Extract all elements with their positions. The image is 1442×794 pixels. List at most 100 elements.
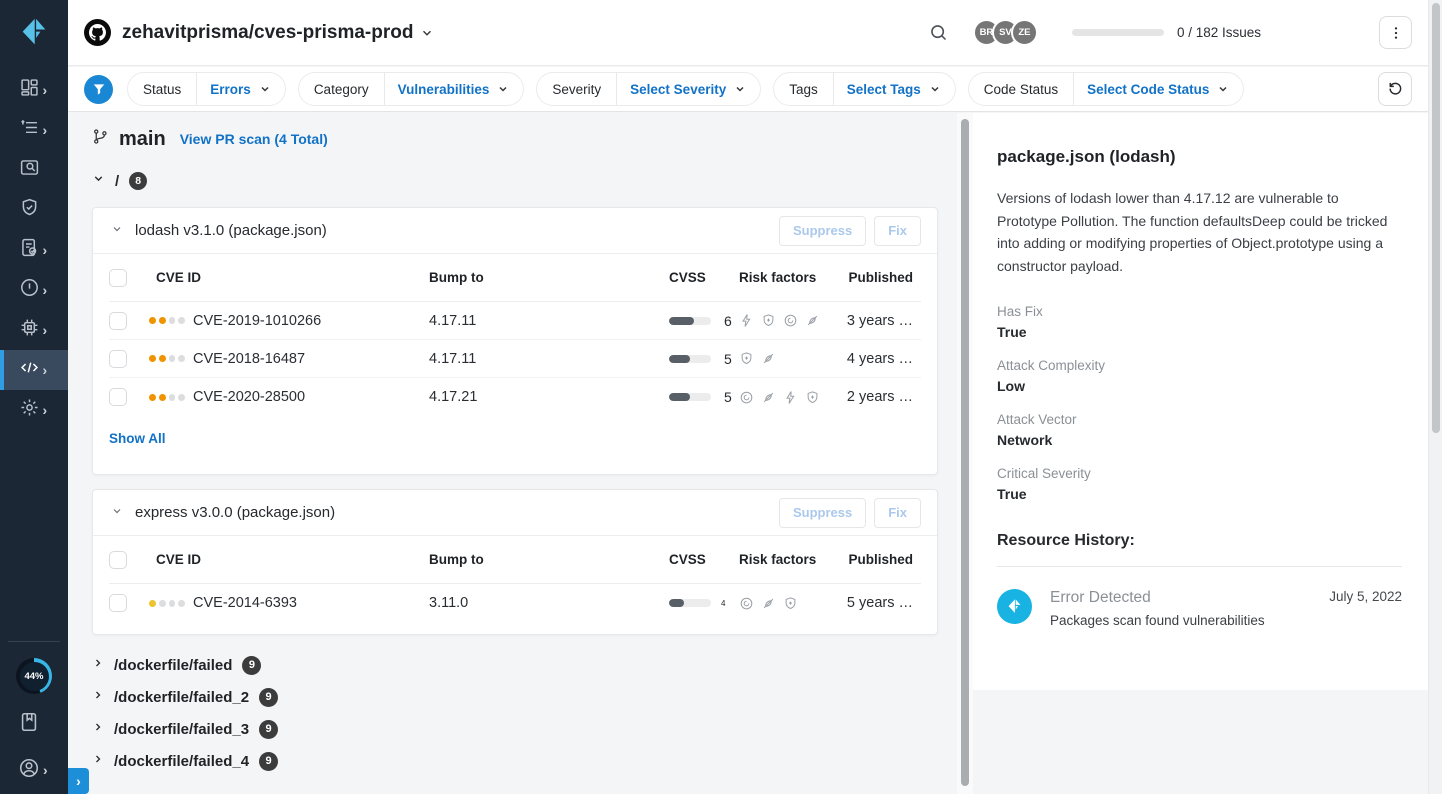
filter-label: Status <box>128 73 197 105</box>
row-checkbox[interactable] <box>109 388 127 406</box>
sidebar-item-resource-explorer[interactable]: › <box>0 110 68 150</box>
avatar[interactable]: ZE <box>1011 19 1038 46</box>
chevron-right-icon <box>92 720 104 738</box>
package-card: lodash v3.1.0 (package.json) Suppress Fi… <box>92 207 938 475</box>
cve-table-row[interactable]: CVE-2020-28500 4.17.21 5 2 years … <box>109 378 921 416</box>
row-checkbox[interactable] <box>109 312 127 330</box>
root-folder-row[interactable]: / 8 <box>92 169 957 193</box>
reset-filters-button[interactable] <box>1378 72 1412 106</box>
sidebar-item-image-scanning[interactable]: › <box>0 150 68 190</box>
sidebar-item-compliance[interactable]: › <box>0 190 68 230</box>
filter-label: Tags <box>774 73 834 105</box>
filter-value-dropdown[interactable]: Vulnerabilities <box>385 73 524 105</box>
cvss-bar <box>669 599 711 607</box>
folder-row[interactable]: /dockerfile/failed_2 9 <box>92 681 957 713</box>
chevron-right-icon <box>92 688 104 706</box>
sidebar-item-account[interactable]: › <box>18 754 50 786</box>
severity-dots <box>149 355 185 362</box>
cve-id: CVE-2018-16487 <box>193 351 305 367</box>
show-all-link[interactable]: Show All <box>109 431 166 446</box>
package-card: express v3.0.0 (package.json) Suppress F… <box>92 489 938 635</box>
cvss-cell: 6 <box>661 313 739 329</box>
chevron-down-icon <box>259 83 271 95</box>
filter-pill: Tags Select Tags <box>773 72 956 106</box>
bolt-risk-icon <box>783 390 798 405</box>
history-event-subtitle: Packages scan found vulnerabilities <box>1050 613 1265 628</box>
filter-value-dropdown[interactable]: Select Tags <box>834 73 955 105</box>
package-title: lodash v3.1.0 (package.json) <box>135 222 327 239</box>
cve-id: CVE-2014-6393 <box>193 595 297 611</box>
cve-table-row[interactable]: CVE-2018-16487 4.17.11 5 4 years … <box>109 340 921 378</box>
filter-value-dropdown[interactable]: Select Severity <box>617 73 760 105</box>
cve-table-header: CVE ID Bump to CVSS Risk factors Publish… <box>109 536 921 584</box>
chevron-down-icon <box>92 172 105 190</box>
folder-row[interactable]: /dockerfile/failed 9 <box>92 649 957 681</box>
history-item: Error Detected Packages scan found vulne… <box>997 589 1402 628</box>
fix-button[interactable]: Fix <box>874 216 921 246</box>
filter-icon-button[interactable] <box>84 75 113 104</box>
sidebar-item-policies[interactable]: › <box>0 230 68 270</box>
more-actions-button[interactable] <box>1379 16 1412 49</box>
folder-row[interactable]: /dockerfile/failed_4 9 <box>92 745 957 777</box>
sidebar-item-incidents[interactable]: › <box>0 270 68 310</box>
chevron-right-icon: › <box>43 363 50 377</box>
scrollbar-thumb[interactable] <box>961 119 969 786</box>
detail-field: Attack Vector Network <box>997 412 1402 448</box>
cvss-bar <box>669 317 711 325</box>
root-issue-count-badge: 8 <box>129 172 147 190</box>
shield-risk-icon <box>761 313 776 328</box>
folder-issue-count-badge: 9 <box>259 752 278 771</box>
chevron-right-icon: › <box>43 323 50 337</box>
folder-row[interactable]: /dockerfile/failed_3 9 <box>92 713 957 745</box>
row-checkbox[interactable] <box>109 594 127 612</box>
cvss-cell: 4 <box>661 599 739 608</box>
row-checkbox[interactable] <box>109 350 127 368</box>
bridgecrew-logo[interactable] <box>0 0 68 66</box>
repo-selector-chevron[interactable] <box>420 26 434 40</box>
swirl-risk-icon <box>783 313 798 328</box>
sidebar-item-projects[interactable]: › <box>0 350 68 390</box>
shield-risk-icon <box>805 390 820 405</box>
search-icon[interactable] <box>928 22 949 43</box>
field-label: Has Fix <box>997 304 1402 319</box>
cve-id: CVE-2020-28500 <box>193 389 305 405</box>
detail-field: Critical Severity True <box>997 466 1402 502</box>
issues-progress-bar <box>1072 29 1164 36</box>
cve-table-row[interactable]: CVE-2014-6393 3.11.0 4 5 years … <box>109 584 921 622</box>
scan-progress-ring[interactable]: 44% <box>16 658 52 694</box>
select-all-checkbox[interactable] <box>109 551 127 569</box>
filter-value-dropdown[interactable]: Errors <box>197 73 285 105</box>
main-panel-scrollbar <box>957 113 973 794</box>
window-scrollbar-thumb[interactable] <box>1432 3 1440 433</box>
filter-value-dropdown[interactable]: Select Code Status <box>1074 73 1243 105</box>
severity-dots <box>149 600 185 607</box>
select-all-checkbox[interactable] <box>109 269 127 287</box>
filter-pill: Code Status Select Code Status <box>968 72 1245 106</box>
bridgecrew-logo-icon <box>17 16 51 50</box>
field-value: Low <box>997 378 1402 394</box>
folder-path: /dockerfile/failed <box>114 657 232 674</box>
package-card-header[interactable]: express v3.0.0 (package.json) Suppress F… <box>93 490 937 536</box>
cve-table-row[interactable]: CVE-2019-1010266 4.17.11 6 3 years … <box>109 302 921 340</box>
sidebar-expand-button[interactable]: › <box>68 768 89 794</box>
alert-icon <box>19 277 40 303</box>
cvss-score: 5 <box>724 389 732 405</box>
cvss-cell: 5 <box>661 389 739 405</box>
suppress-button[interactable]: Suppress <box>779 216 866 246</box>
sidebar-item-settings[interactable]: › <box>0 390 68 430</box>
package-card-header[interactable]: lodash v3.1.0 (package.json) Suppress Fi… <box>93 208 937 254</box>
fix-button[interactable]: Fix <box>874 498 921 528</box>
top-bar: zehavitprisma/cves-prisma-prod BRSVZE 0 … <box>68 0 1428 66</box>
history-event-date: July 5, 2022 <box>1329 589 1402 628</box>
sidebar-item-docs[interactable]: › <box>18 708 50 740</box>
folder-issue-count-badge: 9 <box>259 688 278 707</box>
sidebar-item-supply-chain[interactable]: › <box>0 310 68 350</box>
suppress-button[interactable]: Suppress <box>779 498 866 528</box>
chevron-right-icon: › <box>43 763 50 777</box>
swirl-risk-icon <box>739 390 754 405</box>
gear-icon <box>19 397 40 423</box>
filter-label: Severity <box>537 73 617 105</box>
sidebar-item-dashboard[interactable]: › <box>0 70 68 110</box>
chip-icon <box>19 317 40 343</box>
view-pr-scan-link[interactable]: View PR scan (4 Total) <box>180 131 328 147</box>
